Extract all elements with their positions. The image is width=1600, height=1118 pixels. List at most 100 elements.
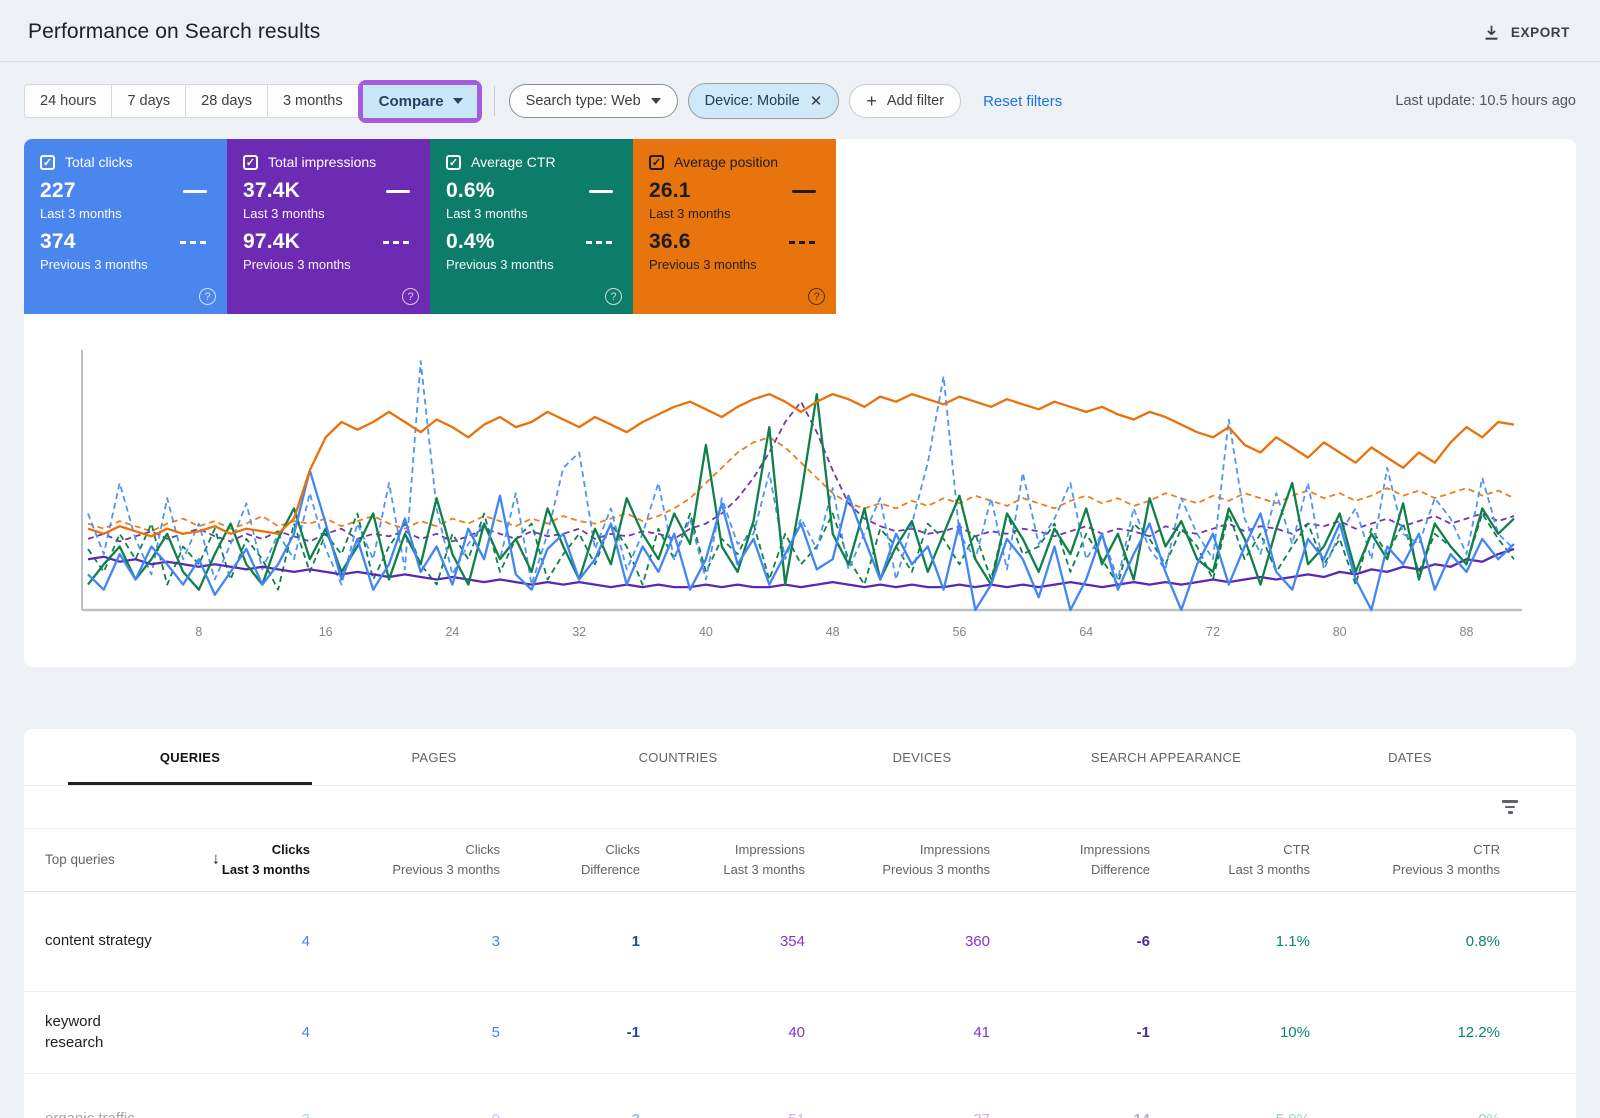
ctr-last-value: 1.1% [1150,933,1310,950]
column-top-queries[interactable]: Top queries [45,850,220,871]
query-label: organic traffic [45,1109,220,1118]
table-header-row: Top queries ↓ ClicksLast 3 months Clicks… [24,828,1576,892]
tab-pages[interactable]: PAGES [312,729,556,785]
tab-queries[interactable]: QUERIES [68,729,312,785]
metric-cards: ✓ Total clicks 227 Last 3 months 374 Pre… [24,139,1576,314]
tab-dates[interactable]: DATES [1288,729,1532,785]
metric-period-prev: Previous 3 months [649,257,820,272]
card-label: Average position [674,154,778,170]
compare-label: Compare [379,93,444,110]
chart-area: 816243240485664728088 [74,348,1576,649]
search-type-filter[interactable]: Search type: Web [509,84,678,118]
ctr-last-value: 5.9% [1150,1111,1310,1118]
help-icon[interactable]: ? [402,288,419,305]
filter-list-icon[interactable] [1502,800,1518,814]
metric-value-prev: 36.6 [649,230,691,254]
column-ctr-previous[interactable]: CTRPrevious 3 months [1310,840,1500,880]
ctr-previous-value: 12.2% [1310,1024,1500,1041]
clicks-last-value: 3 [220,1111,310,1118]
svg-text:32: 32 [572,625,586,639]
svg-text:88: 88 [1460,625,1474,639]
checked-checkbox-icon[interactable]: ✓ [243,155,258,170]
range-24-hours-button[interactable]: 24 hours [24,84,112,118]
checked-checkbox-icon[interactable]: ✓ [446,155,461,170]
dashed-line-legend-icon [789,241,816,244]
column-clicks-difference[interactable]: ClicksDifference [500,840,640,880]
column-impressions-last[interactable]: ImpressionsLast 3 months [640,840,805,880]
last-update-text: Last update: 10.5 hours ago [1395,93,1576,109]
dimensions-table-panel: QUERIES PAGES COUNTRIES DEVICES SEARCH A… [24,729,1576,1118]
chevron-down-icon [453,98,463,104]
svg-text:40: 40 [699,625,713,639]
ctr-last-value: 10% [1150,1024,1310,1041]
clicks-difference-value: 3 [500,1111,640,1118]
header-divider [0,61,1600,62]
device-filter-chip[interactable]: Device: Mobile ✕ [688,83,840,119]
dashed-line-legend-icon [180,241,207,244]
solid-line-legend-icon [589,190,613,193]
add-filter-button[interactable]: + Add filter [849,84,961,118]
impressions-last-value: 51 [640,1111,805,1118]
page-title: Performance on Search results [28,20,320,44]
impressions-previous-value: 360 [805,933,990,950]
svg-text:72: 72 [1206,625,1220,639]
metric-period-prev: Previous 3 months [40,257,211,272]
chevron-down-icon [651,98,661,104]
help-icon[interactable]: ? [199,288,216,305]
range-3-months-button[interactable]: 3 months [267,84,359,118]
help-icon[interactable]: ? [808,288,825,305]
total-clicks-card[interactable]: ✓ Total clicks 227 Last 3 months 374 Pre… [24,139,227,314]
svg-text:16: 16 [319,625,333,639]
metric-value-last: 26.1 [649,179,691,203]
device-filter-label: Device: Mobile [705,93,800,109]
checked-checkbox-icon[interactable]: ✓ [649,155,664,170]
plus-icon: + [866,96,877,106]
column-clicks-previous[interactable]: ClicksPrevious 3 months [310,840,500,880]
metric-period-last: Last 3 months [243,206,414,221]
impressions-difference-value: -1 [990,1024,1150,1041]
impressions-previous-value: 37 [805,1111,990,1118]
column-ctr-last[interactable]: CTRLast 3 months [1150,840,1310,880]
metric-value-last: 227 [40,179,76,203]
column-impressions-difference[interactable]: ImpressionsDifference [990,840,1150,880]
metric-value-prev: 374 [40,230,76,254]
performance-chart: 816243240485664728088 [74,348,1534,644]
ctr-previous-value: 0.8% [1310,933,1500,950]
table-row[interactable]: organic traffic 3 0 3 51 37 14 5.9% 0% [24,1074,1576,1118]
clicks-previous-value: 5 [310,1024,500,1041]
tab-devices[interactable]: DEVICES [800,729,1044,785]
svg-text:56: 56 [952,625,966,639]
average-ctr-card[interactable]: ✓ Average CTR 0.6% Last 3 months 0.4% Pr… [430,139,633,314]
checked-checkbox-icon[interactable]: ✓ [40,155,55,170]
download-icon [1482,23,1501,42]
reset-filters-link[interactable]: Reset filters [983,93,1062,110]
impressions-difference-value: -6 [990,933,1150,950]
tab-countries[interactable]: COUNTRIES [556,729,800,785]
column-clicks-last[interactable]: ↓ ClicksLast 3 months [220,840,310,880]
clicks-difference-value: -1 [500,1024,640,1041]
solid-line-legend-icon [792,190,816,193]
solid-line-legend-icon [183,190,207,193]
range-28-days-button[interactable]: 28 days [185,84,268,118]
metric-period-prev: Previous 3 months [446,257,617,272]
table-row[interactable]: keyword research 4 5 -1 40 41 -1 10% 12.… [24,992,1576,1074]
total-impressions-card[interactable]: ✓ Total impressions 37.4K Last 3 months … [227,139,430,314]
dashed-line-legend-icon [383,241,410,244]
column-impressions-previous[interactable]: ImpressionsPrevious 3 months [805,840,990,880]
metric-value-last: 0.6% [446,179,495,203]
average-position-card[interactable]: ✓ Average position 26.1 Last 3 months 36… [633,139,836,314]
compare-button[interactable]: Compare [363,85,477,118]
tab-search-appearance[interactable]: SEARCH APPEARANCE [1044,729,1288,785]
svg-text:64: 64 [1079,625,1093,639]
query-label: content strategy [45,931,220,951]
query-label: keyword research [45,1012,220,1053]
close-icon[interactable]: ✕ [810,92,823,110]
metric-period-last: Last 3 months [649,206,820,221]
clicks-previous-value: 0 [310,1111,500,1118]
export-button[interactable]: EXPORT [1482,23,1570,42]
compare-highlight-annotation: Compare [358,80,482,123]
help-icon[interactable]: ? [605,288,622,305]
table-toolbar [24,786,1576,828]
range-7-days-button[interactable]: 7 days [111,84,186,118]
table-row[interactable]: content strategy 4 3 1 354 360 -6 1.1% 0… [24,892,1576,992]
